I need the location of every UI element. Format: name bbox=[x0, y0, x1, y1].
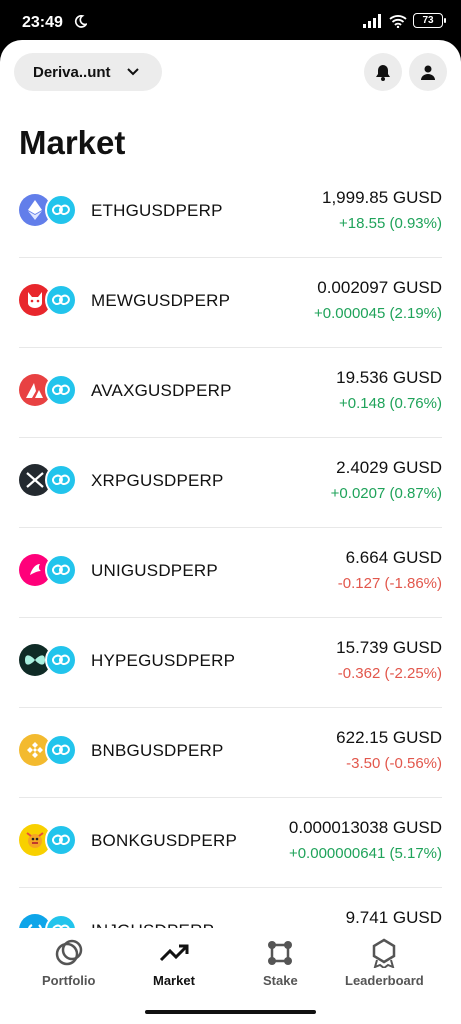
market-symbol: INJGUSDPERP bbox=[91, 921, 214, 928]
user-icon bbox=[421, 65, 435, 80]
bell-icon bbox=[376, 64, 390, 81]
market-symbol: BNBGUSDPERP bbox=[91, 741, 224, 760]
status-icons: 73 bbox=[363, 13, 446, 28]
nav-leaderboard-label: Leaderboard bbox=[345, 973, 424, 988]
market-change: -0.127 (-1.86%) bbox=[337, 575, 442, 592]
market-change: +0.000045 (2.19%) bbox=[313, 305, 442, 322]
nav-stake-label: Stake bbox=[263, 973, 298, 988]
nav-leaderboard[interactable]: Leaderboard bbox=[345, 938, 424, 988]
market-symbol: UNIGUSDPERP bbox=[91, 561, 218, 580]
market-row[interactable]: AVAXGUSDPERP 19.536 GUSD +0.148 (0.76%) bbox=[19, 348, 442, 438]
market-symbol: AVAXGUSDPERP bbox=[91, 381, 232, 400]
market-row[interactable]: XRPGUSDPERP 2.4029 GUSD +0.0207 (0.87%) bbox=[19, 438, 442, 528]
market-symbol: ETHGUSDPERP bbox=[91, 201, 223, 220]
coin-pair-icons bbox=[19, 374, 79, 406]
page-title: Market bbox=[19, 124, 126, 161]
nav-stake[interactable]: Stake bbox=[263, 938, 298, 988]
gusd-icon bbox=[45, 824, 77, 856]
market-price: 2.4029 GUSD bbox=[336, 458, 442, 477]
coin-pair-icons bbox=[19, 284, 79, 316]
market-list: ETHGUSDPERP 1,999.85 GUSD +18.55 (0.93%) ME… bbox=[0, 168, 461, 928]
nav-portfolio[interactable]: Portfolio bbox=[42, 938, 95, 988]
market-row[interactable]: INJGUSDPERP 9.741 GUSD bbox=[19, 888, 442, 928]
coin-pair-icons bbox=[19, 824, 79, 856]
market-symbol: HYPEGUSDPERP bbox=[91, 651, 236, 670]
market-row[interactable]: BNBGUSDPERP 622.15 GUSD -3.50 (-0.56%) bbox=[19, 708, 442, 798]
market-row[interactable]: BONKGUSDPERP 0.000013038 GUSD +0.000000641… bbox=[19, 798, 442, 888]
nav-portfolio-label: Portfolio bbox=[42, 973, 96, 988]
market-price: 6.664 GUSD bbox=[345, 548, 442, 567]
nav-market[interactable]: Market bbox=[153, 938, 195, 988]
top-bar: Deriva..unt bbox=[14, 53, 447, 93]
gusd-icon bbox=[45, 734, 77, 766]
account-selector[interactable]: Deriva..unt bbox=[14, 53, 162, 91]
market-row[interactable]: HYPEGUSDPERP 15.739 GUSD -0.362 (-2.25%) bbox=[19, 618, 442, 708]
market-change: +0.0207 (0.87%) bbox=[330, 485, 442, 502]
coin-pair-icons bbox=[19, 734, 79, 766]
stake-icon bbox=[265, 938, 295, 968]
portfolio-icon bbox=[54, 938, 84, 968]
coin-pair-icons bbox=[19, 644, 79, 676]
gusd-icon bbox=[45, 284, 77, 316]
wifi-icon bbox=[389, 14, 407, 28]
market-price: 622.15 GUSD bbox=[336, 728, 442, 747]
market-trend-icon bbox=[159, 938, 189, 968]
market-symbol: BONKGUSDPERP bbox=[91, 831, 237, 850]
home-indicator bbox=[145, 1010, 316, 1014]
coin-pair-icons bbox=[19, 914, 79, 928]
gusd-icon bbox=[45, 464, 77, 496]
gusd-icon bbox=[45, 554, 77, 586]
nav-market-label: Market bbox=[153, 973, 195, 988]
market-price: 9.741 GUSD bbox=[345, 908, 442, 927]
leaderboard-icon bbox=[369, 938, 399, 968]
signal-icon bbox=[363, 13, 381, 28]
market-row[interactable]: ETHGUSDPERP 1,999.85 GUSD +18.55 (0.93%) bbox=[19, 168, 442, 258]
market-symbol: XRPGUSDPERP bbox=[91, 471, 224, 490]
market-symbol: MEWGUSDPERP bbox=[91, 291, 231, 310]
market-row[interactable]: UNIGUSDPERP 6.664 GUSD -0.127 (-1.86%) bbox=[19, 528, 442, 618]
moon-icon bbox=[74, 15, 87, 28]
market-price: 15.739 GUSD bbox=[336, 638, 442, 657]
battery-indicator: 73 bbox=[413, 13, 446, 28]
market-change: -3.50 (-0.56%) bbox=[346, 755, 442, 772]
status-bar: 23:49 73 bbox=[0, 0, 461, 44]
app-screen: Deriva..unt Market ETHGUSDPERP 1,999.85 G… bbox=[0, 40, 461, 1024]
gusd-icon bbox=[45, 914, 77, 928]
market-price: 0.002097 GUSD bbox=[317, 278, 442, 297]
profile-button[interactable] bbox=[409, 53, 447, 91]
market-price: 19.536 GUSD bbox=[336, 368, 442, 387]
market-change: +18.55 (0.93%) bbox=[339, 215, 442, 232]
gusd-icon bbox=[45, 194, 77, 226]
market-change: +0.000000641 (5.17%) bbox=[288, 845, 442, 862]
coin-pair-icons bbox=[19, 554, 79, 586]
status-time: 23:49 bbox=[22, 14, 63, 31]
coin-pair-icons bbox=[19, 194, 79, 226]
market-change: -0.362 (-2.25%) bbox=[337, 665, 442, 682]
gusd-icon bbox=[45, 644, 77, 676]
coin-pair-icons bbox=[19, 464, 79, 496]
gusd-icon bbox=[45, 374, 77, 406]
chevron-down-icon bbox=[126, 68, 139, 76]
market-price: 0.000013038 GUSD bbox=[288, 818, 442, 837]
notifications-button[interactable] bbox=[364, 53, 402, 91]
account-label: Deriva..unt bbox=[33, 63, 111, 81]
market-price: 1,999.85 GUSD bbox=[321, 188, 442, 207]
market-row[interactable]: MEWGUSDPERP 0.002097 GUSD +0.000045 (2.19%… bbox=[19, 258, 442, 348]
market-change: +0.148 (0.76%) bbox=[339, 395, 442, 412]
